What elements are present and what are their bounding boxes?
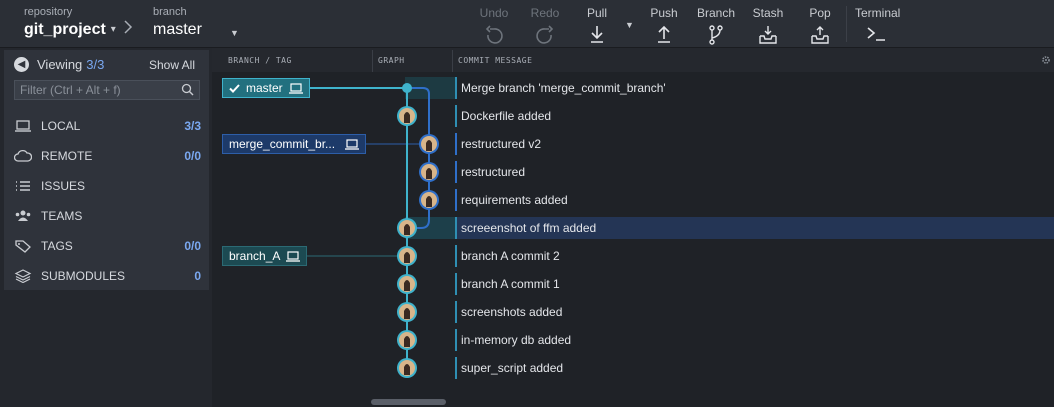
commit-message: branch A commit 1 [461, 277, 560, 291]
laptop-icon [345, 138, 360, 150]
branch-label-branch-a[interactable]: branch_A [222, 246, 308, 266]
laptop-icon [286, 250, 301, 262]
commit-message: in-memory db added [461, 333, 572, 347]
avatar-figure [404, 252, 410, 263]
commit-row[interactable]: requirements added [455, 189, 1054, 211]
commit-row[interactable]: restructured v2 [455, 133, 1054, 155]
avatar-figure [426, 168, 432, 179]
commit-row[interactable]: in-memory db added [455, 329, 1054, 351]
avatar-figure [404, 112, 410, 123]
commit-message: screenshots added [461, 305, 563, 319]
commit-row[interactable]: Merge branch 'merge_commit_branch' [455, 77, 1054, 99]
avatar-figure [404, 364, 410, 375]
avatar-figure [426, 140, 432, 151]
branch-label-merge-commit-branch[interactable]: merge_commit_br... [222, 134, 367, 154]
commit-message: branch A commit 2 [461, 249, 560, 263]
commit-row[interactable]: restructured [455, 161, 1054, 183]
commit-message: requirements added [461, 193, 568, 207]
merge-commit-node [402, 83, 412, 93]
avatar-figure [404, 336, 410, 347]
avatar-figure [426, 196, 432, 207]
commit-row[interactable]: screenshots added [455, 301, 1054, 323]
commit-message: Dockerfile added [461, 109, 552, 123]
avatar-figure [404, 308, 410, 319]
commit-message: Merge branch 'merge_commit_branch' [461, 81, 666, 95]
commit-row[interactable]: branch A commit 1 [455, 273, 1054, 295]
commit-message: restructured v2 [461, 137, 542, 151]
branch-label-master[interactable]: master [222, 78, 310, 98]
check-icon [229, 83, 240, 93]
avatar-figure [404, 224, 410, 235]
commit-message: super_script added [461, 361, 564, 375]
commit-row[interactable]: branch A commit 2 [455, 245, 1054, 267]
commit-row[interactable]: screeenshot of ffm added [455, 217, 1054, 239]
commit-message: restructured [461, 165, 526, 179]
horizontal-scrollbar[interactable] [371, 399, 446, 405]
commit-row[interactable]: super_script added [455, 357, 1054, 379]
avatar-figure [404, 280, 410, 291]
laptop-icon [288, 82, 303, 94]
commit-message: screeenshot of ffm added [461, 221, 597, 235]
commit-row[interactable]: Dockerfile added [455, 105, 1054, 127]
